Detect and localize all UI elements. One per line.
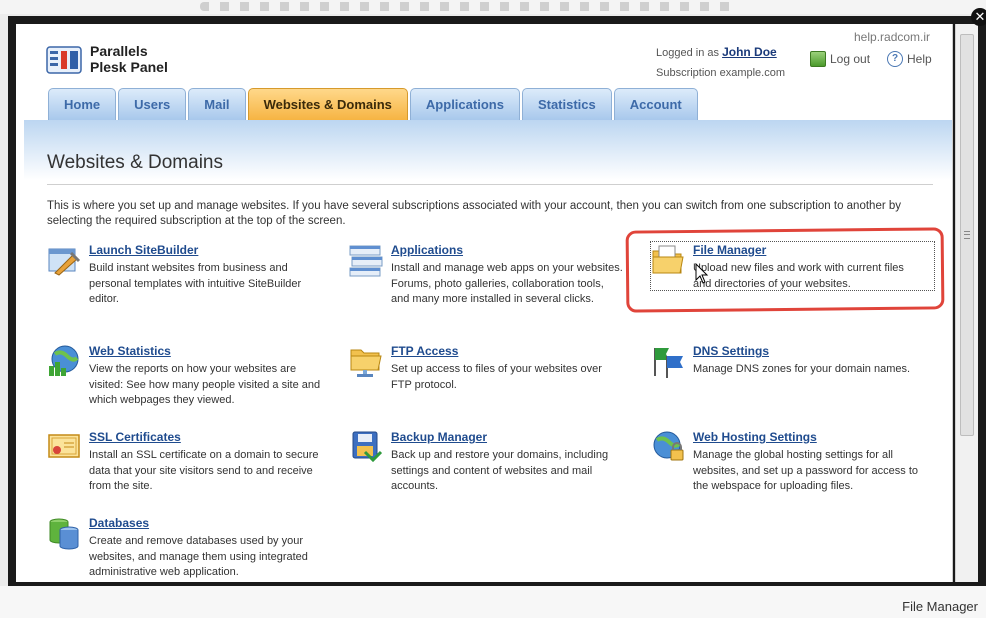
web-statistics-link[interactable]: Web Statistics — [89, 344, 321, 359]
status-bar: File Manager — [0, 586, 986, 618]
sitebuilder-desc: Build instant websites from business and… — [89, 262, 302, 305]
dns-settings-desc: Manage DNS zones for your domain names. — [693, 363, 911, 375]
subscription-label[interactable]: Subscription example.com — [656, 63, 785, 83]
web-hosting-settings-link[interactable]: Web Hosting Settings — [693, 430, 925, 445]
main-tabs: Home Users Mail Websites & Domains Appli… — [48, 88, 698, 120]
logout-label: Log out — [830, 52, 871, 66]
floppy-icon — [352, 431, 383, 463]
applications-desc: Install and manage web apps on your webs… — [391, 262, 623, 305]
applications-link[interactable]: Applications — [391, 243, 623, 258]
ssl-certificates-desc: Install an SSL certificate on a domain t… — [89, 449, 319, 492]
user-name-link[interactable]: John Doe — [722, 45, 777, 59]
top-strip — [0, 0, 986, 14]
logo-line-2: Plesk Panel — [90, 59, 168, 75]
help-label: Help — [907, 52, 932, 66]
product-logo-text: Parallels Plesk Panel — [90, 43, 168, 75]
backup-manager-link[interactable]: Backup Manager — [391, 430, 623, 445]
blurred-toolbar — [200, 2, 740, 11]
help-icon: ? — [887, 51, 903, 67]
sitebuilder-icon — [48, 248, 81, 276]
web-hosting-settings-desc: Manage the global hosting settings for a… — [693, 449, 919, 492]
tab-websites-domains[interactable]: Websites & Domains — [247, 88, 408, 120]
page-title: Websites & Domains — [47, 152, 223, 173]
globe-lock-icon — [653, 431, 684, 461]
logo-line-1: Parallels — [90, 43, 148, 59]
sitebuilder-link[interactable]: Launch SiteBuilder — [89, 243, 321, 258]
plesk-logo-icon — [46, 46, 82, 74]
databases-link[interactable]: Databases — [89, 516, 321, 531]
vertical-scrollbar[interactable] — [955, 24, 978, 582]
flags-icon — [654, 348, 683, 378]
tab-account[interactable]: Account — [613, 88, 698, 120]
tab-home[interactable]: Home — [48, 88, 117, 120]
certificate-icon — [48, 434, 80, 458]
tab-mail[interactable]: Mail — [188, 88, 246, 120]
tab-statistics[interactable]: Statistics — [521, 88, 612, 120]
logout-icon — [810, 51, 826, 67]
ftp-folder-icon — [350, 349, 382, 377]
ssl-certificates-link[interactable]: SSL Certificates — [89, 430, 321, 445]
scrollbar-grip-icon — [964, 231, 970, 239]
tab-users[interactable]: Users — [118, 88, 187, 120]
login-info: Logged in as John Doe Subscription examp… — [656, 42, 785, 83]
logged-in-prefix: Logged in as — [656, 47, 719, 59]
dns-settings-link[interactable]: DNS Settings — [693, 344, 925, 359]
mouse-cursor-icon — [695, 263, 709, 284]
tab-applications[interactable]: Applications — [409, 88, 520, 120]
databases-desc: Create and remove databases used by your… — [89, 535, 308, 578]
globe-chart-icon — [49, 345, 79, 376]
intro-text: This is where you set up and manage webs… — [47, 200, 902, 227]
web-statistics-desc: View the reports on how your websites ar… — [89, 363, 321, 406]
ftp-access-link[interactable]: FTP Access — [391, 344, 623, 359]
backup-manager-desc: Back up and restore your domains, includ… — [391, 449, 609, 492]
logout-link[interactable]: Log out — [810, 51, 870, 67]
status-label: File Manager — [902, 599, 978, 614]
title-divider — [47, 184, 933, 185]
help-link[interactable]: ? Help — [887, 51, 932, 67]
applications-icon — [349, 245, 383, 277]
close-icon[interactable]: ✕ — [971, 8, 986, 26]
help-site-label: help.radcom.ir — [854, 30, 931, 44]
file-manager-highlight-annotation — [625, 227, 945, 313]
scrollbar-thumb[interactable] — [960, 34, 974, 436]
database-icon — [49, 518, 79, 550]
ftp-access-desc: Set up access to files of your websites … — [391, 363, 602, 391]
